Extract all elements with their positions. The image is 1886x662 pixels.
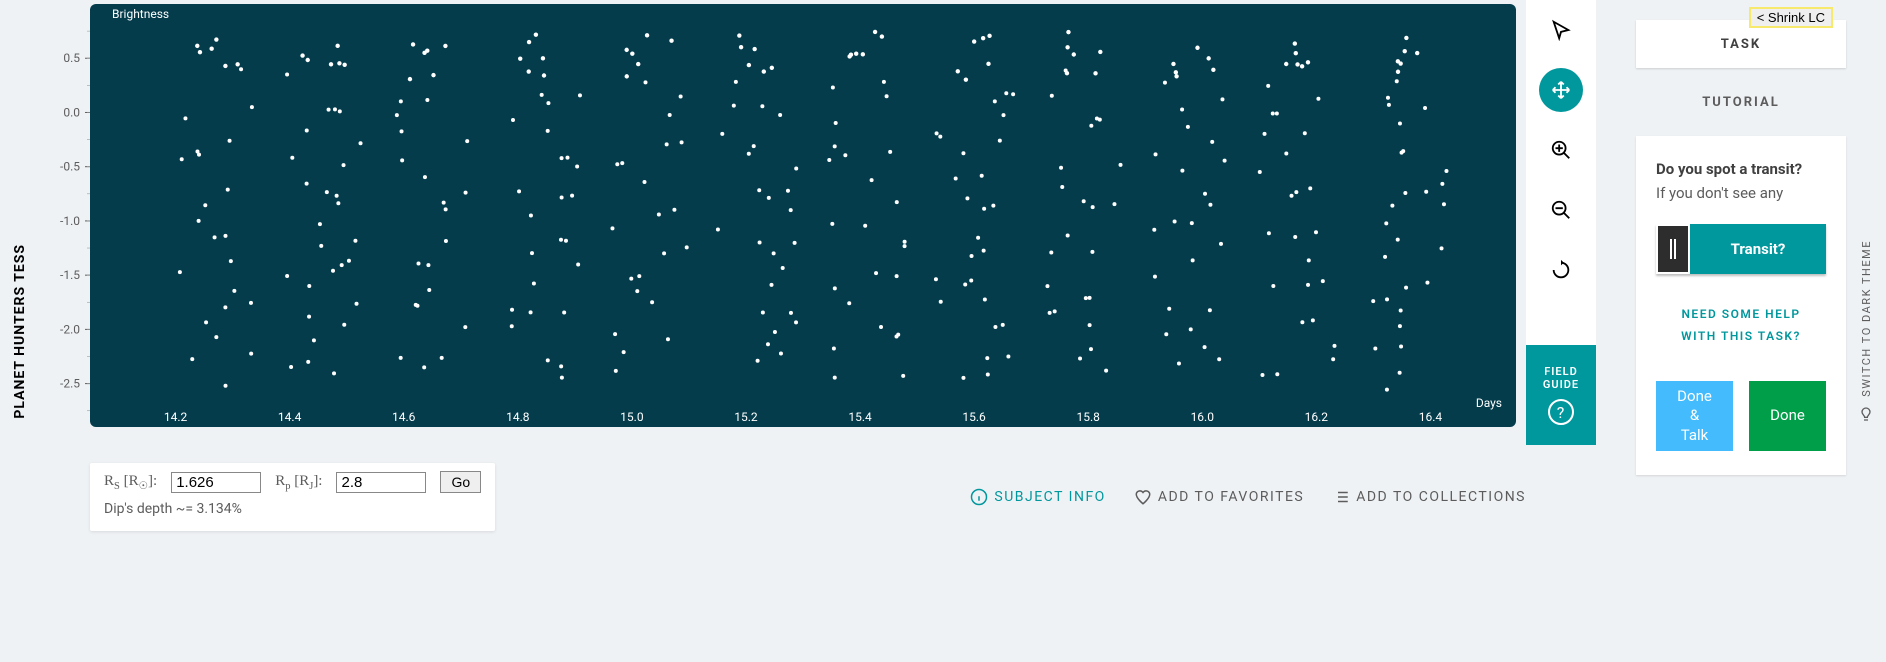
task-subtitle: If you don't see any (1656, 184, 1826, 202)
svg-text:-0.5: -0.5 (60, 160, 80, 174)
heart-icon (1134, 488, 1152, 506)
svg-text:14.6: 14.6 (392, 410, 416, 424)
svg-text:Days: Days (1476, 396, 1502, 410)
rs-label: RS [R☉]: (104, 473, 157, 492)
svg-text:16.0: 16.0 (1191, 410, 1215, 424)
transit-button[interactable]: Transit? (1656, 224, 1826, 274)
svg-text:-1.0: -1.0 (60, 214, 80, 228)
transit-handle-icon (1656, 224, 1690, 274)
list-icon (1332, 488, 1350, 506)
svg-text:0.5: 0.5 (63, 51, 80, 65)
dip-calculator: RS [R☉]: Rp [RJ]: Go Dip's depth ~= 3.13… (90, 463, 495, 531)
chart-toolbar: FIELD GUIDE ? (1526, 0, 1596, 445)
add-to-favorites-button[interactable]: ADD TO FAVORITES (1134, 488, 1304, 506)
done-button[interactable]: Done (1749, 381, 1826, 451)
task-question: Do you spot a transit? (1656, 160, 1826, 178)
task-body: Do you spot a transit? If you don't see … (1636, 136, 1846, 475)
zoom-out-button[interactable] (1526, 180, 1596, 240)
svg-text:16.2: 16.2 (1305, 410, 1329, 424)
svg-text:14.8: 14.8 (506, 410, 530, 424)
reset-button[interactable] (1526, 240, 1596, 300)
subject-info-button[interactable]: SUBJECT INFO (970, 488, 1105, 506)
svg-text:14.4: 14.4 (278, 410, 302, 424)
svg-text:15.8: 15.8 (1076, 410, 1100, 424)
field-guide-label-1: FIELD (1543, 365, 1579, 378)
need-help-link[interactable]: NEED SOME HELP WITH THIS TASK? (1656, 304, 1826, 347)
dip-depth-output: Dip's depth ~= 3.134% (104, 501, 481, 517)
svg-text:14.2: 14.2 (164, 410, 188, 424)
add-to-collections-button[interactable]: ADD TO COLLECTIONS (1332, 488, 1526, 506)
tutorial-tab[interactable]: TUTORIAL (1636, 78, 1846, 126)
rp-input[interactable] (336, 472, 426, 493)
svg-text:15.2: 15.2 (734, 410, 758, 424)
theme-switch-label: SWITCH TO DARK THEME (1860, 240, 1873, 397)
help-icon: ? (1548, 399, 1574, 425)
shrink-lc-button[interactable]: < Shrink LC (1749, 7, 1833, 28)
light-curve-chart[interactable]: 0.5 0.0 -0.5 -1.0 -1.5 -2.0 -2.5 14.2 14.4 14.6 14… (40, 0, 1526, 445)
field-guide-label-2: GUIDE (1543, 378, 1579, 391)
svg-text:-1.5: -1.5 (60, 268, 80, 282)
project-title: PLANET HUNTERS TESS (12, 244, 28, 419)
info-icon (970, 488, 988, 506)
zoom-in-button[interactable] (1526, 120, 1596, 180)
svg-text:15.6: 15.6 (962, 410, 986, 424)
svg-text:15.0: 15.0 (620, 410, 644, 424)
rs-input[interactable] (171, 472, 261, 493)
svg-text:15.4: 15.4 (848, 410, 872, 424)
go-button[interactable]: Go (440, 471, 481, 493)
pointer-tool-button[interactable] (1526, 0, 1596, 60)
svg-text:-2.0: -2.0 (60, 322, 80, 336)
svg-text:-2.5: -2.5 (60, 377, 80, 391)
lightbulb-icon (1858, 406, 1874, 422)
svg-text:16.4: 16.4 (1419, 410, 1443, 424)
move-tool-button[interactable] (1539, 68, 1583, 112)
rp-label: Rp [RJ]: (275, 473, 322, 492)
svg-text:0.0: 0.0 (63, 105, 80, 119)
done-and-talk-button[interactable]: Done&Talk (1656, 381, 1733, 451)
svg-text:Brightness: Brightness (112, 7, 169, 21)
theme-switch[interactable]: SWITCH TO DARK THEME (1846, 0, 1886, 662)
field-guide-button[interactable]: FIELD GUIDE ? (1526, 345, 1596, 445)
transit-button-label: Transit? (1690, 224, 1826, 274)
